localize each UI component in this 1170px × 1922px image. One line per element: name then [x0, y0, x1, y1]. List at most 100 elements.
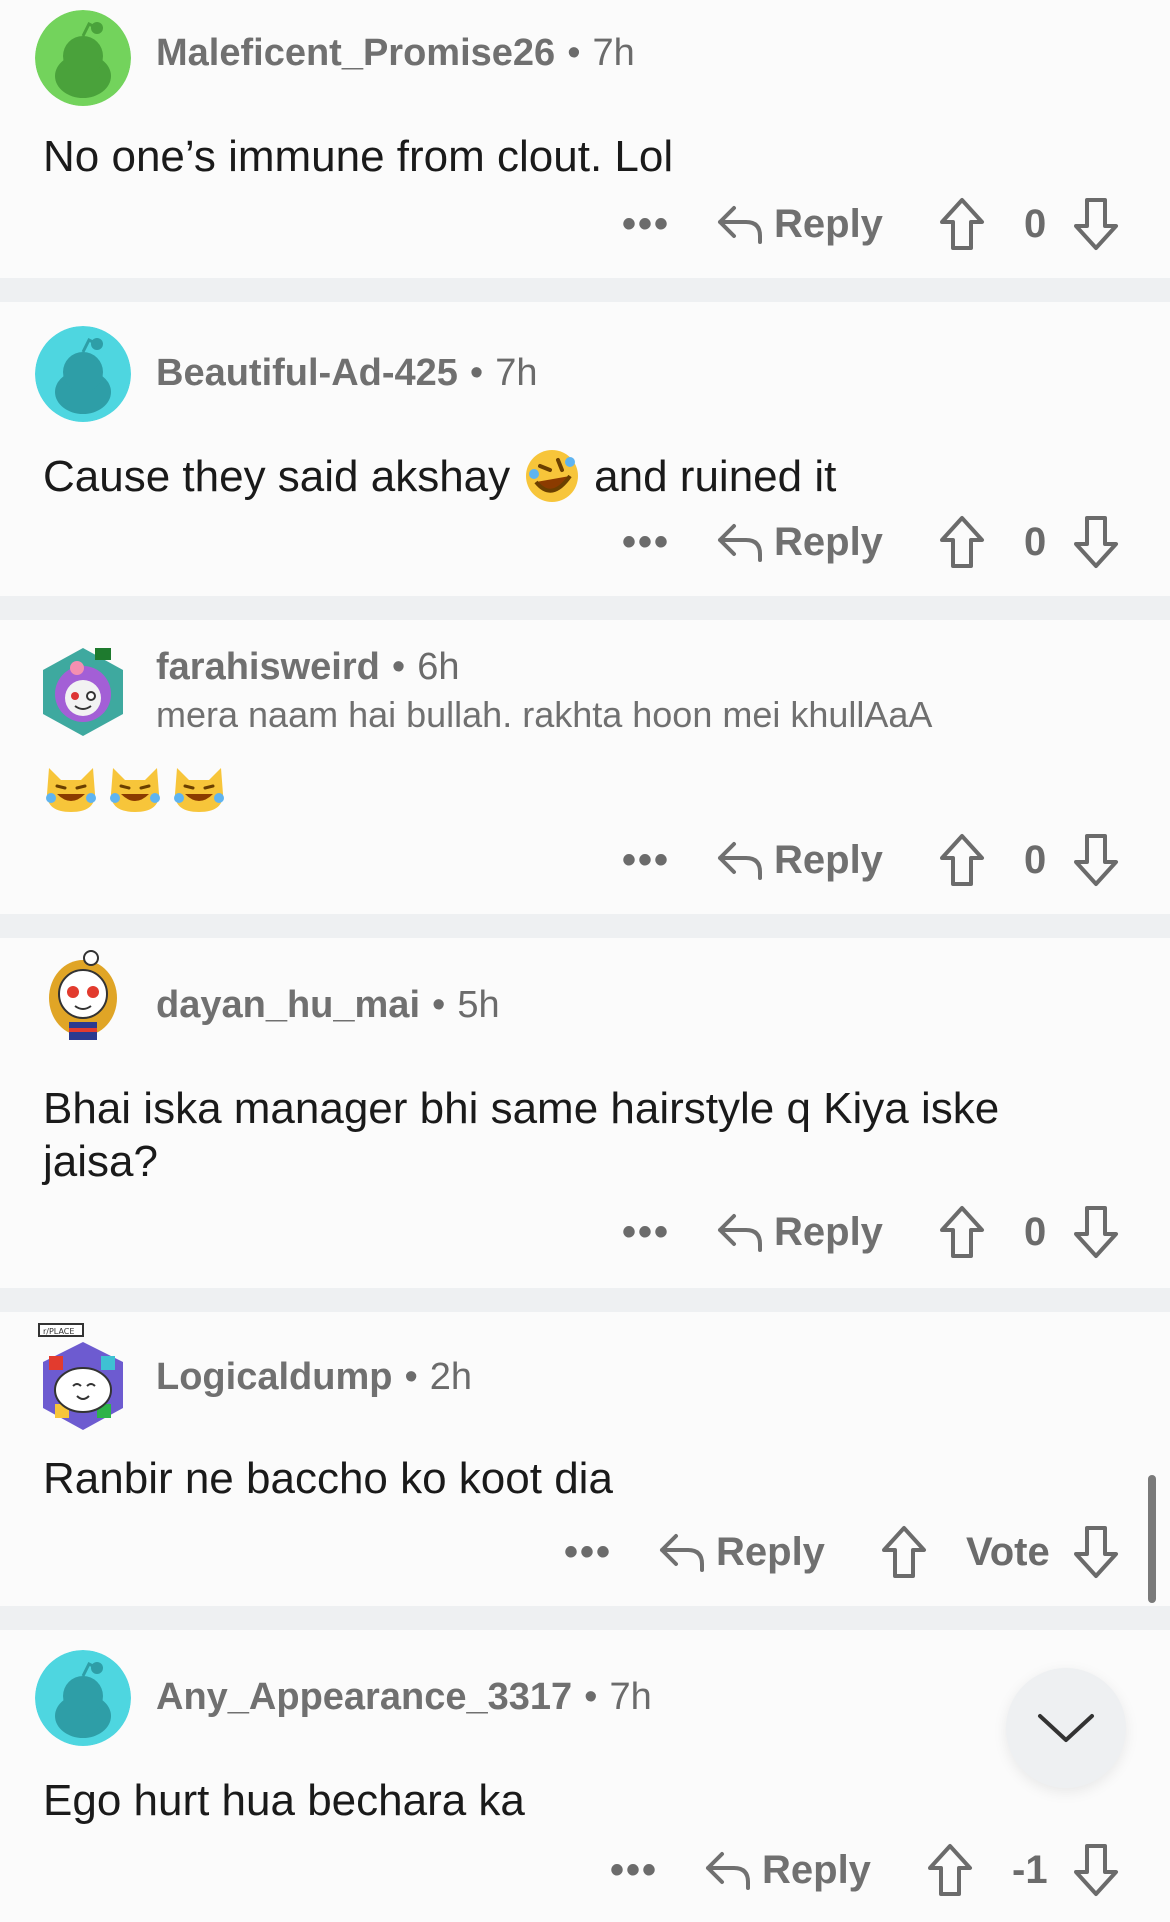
- avatar[interactable]: [35, 644, 131, 740]
- comment-meta: Logicaldump • 2h: [156, 1356, 473, 1398]
- comment-text: Cause they said akshay and ruined it: [43, 448, 1103, 504]
- timestamp: 6h: [417, 646, 460, 688]
- vote-score: -1: [1012, 1848, 1048, 1892]
- upvote-button[interactable]: [938, 832, 986, 888]
- upvote-arrow-icon: [940, 1206, 984, 1258]
- reply-label: Reply: [774, 1209, 883, 1254]
- username[interactable]: Beautiful-Ad-425: [156, 352, 458, 394]
- reply-button[interactable]: Reply: [704, 1840, 871, 1900]
- comment-meta: Maleficent_Promise26 • 7h: [156, 32, 635, 74]
- reply-label: Reply: [774, 837, 883, 882]
- more-options-icon[interactable]: •••: [564, 1522, 612, 1582]
- snoo-avatar-icon: [35, 10, 131, 106]
- upvote-button[interactable]: [880, 1524, 928, 1580]
- reply-button[interactable]: Reply: [716, 1202, 883, 1262]
- comment-emoji-row: [43, 760, 227, 816]
- downvote-arrow-icon: [1074, 516, 1118, 568]
- reply-button[interactable]: Reply: [716, 830, 883, 890]
- avatar[interactable]: [35, 1650, 131, 1746]
- vote-score: 0: [1024, 520, 1047, 564]
- downvote-button[interactable]: [1072, 1204, 1120, 1260]
- comment-5: r/PLACE Logicaldump • 2h Ranbir ne baccho …: [0, 1312, 1170, 1606]
- cat-tears-of-joy-emoji-icon: [174, 768, 224, 812]
- downvote-button[interactable]: [1072, 196, 1120, 252]
- timestamp: 2h: [429, 1356, 473, 1398]
- comment-text: No one’s immune from clout. Lol: [43, 132, 674, 181]
- reply-button[interactable]: Reply: [716, 512, 883, 572]
- timestamp: 5h: [457, 984, 500, 1026]
- reply-button[interactable]: Reply: [658, 1522, 825, 1582]
- custom-avatar-icon: r/PLACE: [38, 1323, 123, 1430]
- upvote-arrow-icon: [940, 198, 984, 250]
- snoo-avatar-icon: [35, 326, 131, 422]
- upvote-button[interactable]: [938, 514, 986, 570]
- reply-label: Reply: [762, 1847, 871, 1892]
- avatar[interactable]: [35, 948, 131, 1044]
- vote-label: Vote: [966, 1530, 1050, 1574]
- timestamp: 7h: [592, 32, 635, 74]
- comment-6: Any_Appearance_3317 • 7h Ego hurt hua bech…: [0, 1630, 1170, 1922]
- upvote-button[interactable]: [926, 1842, 974, 1898]
- user-flair: mera naam hai bullah. rakhta hoon mei kh…: [156, 694, 933, 735]
- username[interactable]: Maleficent_Promise26: [156, 32, 555, 74]
- upvote-button[interactable]: [938, 1204, 986, 1260]
- upvote-arrow-icon: [882, 1526, 926, 1578]
- comment-text-part: and ruined it: [594, 451, 837, 501]
- reply-arrow-icon: [718, 206, 762, 244]
- reply-arrow-icon: [718, 1214, 762, 1252]
- scroll-down-button[interactable]: [1006, 1668, 1126, 1788]
- cat-tears-of-joy-emoji-icon: [110, 768, 160, 812]
- timestamp: 7h: [495, 352, 538, 394]
- username[interactable]: farahisweird: [156, 646, 380, 688]
- custom-avatar-icon: [43, 648, 123, 736]
- comment-text: Ranbir ne baccho ko koot dia: [43, 1454, 613, 1503]
- comment-divider: [0, 1606, 1170, 1630]
- comment-divider: [0, 596, 1170, 620]
- rofl-emoji-icon: [526, 450, 579, 502]
- avatar[interactable]: r/PLACE: [35, 1320, 131, 1438]
- comment-meta: dayan_hu_mai • 5h: [156, 984, 500, 1026]
- downvote-button[interactable]: [1072, 832, 1120, 888]
- snoo-avatar-icon: [35, 1650, 131, 1746]
- avatar[interactable]: [35, 10, 131, 106]
- more-options-icon[interactable]: •••: [622, 830, 670, 890]
- downvote-arrow-icon: [1074, 834, 1118, 886]
- upvote-arrow-icon: [940, 516, 984, 568]
- more-options-icon[interactable]: •••: [622, 194, 670, 254]
- upvote-arrow-icon: [928, 1844, 972, 1896]
- cat-tears-of-joy-emoji-icon: [46, 768, 96, 812]
- reply-arrow-icon: [718, 524, 762, 562]
- comment-meta: Beautiful-Ad-425 • 7h: [156, 352, 538, 394]
- more-options-icon[interactable]: •••: [622, 512, 670, 572]
- username[interactable]: dayan_hu_mai: [156, 984, 420, 1026]
- comment-meta: Any_Appearance_3317 • 7h: [156, 1676, 652, 1718]
- username[interactable]: Any_Appearance_3317: [156, 1676, 572, 1718]
- timestamp: 7h: [609, 1676, 652, 1718]
- reply-arrow-icon: [706, 1852, 750, 1890]
- avatar[interactable]: [35, 326, 131, 422]
- reply-arrow-icon: [660, 1534, 704, 1572]
- downvote-button[interactable]: [1072, 514, 1120, 570]
- comment-text-part: Cause they said akshay: [43, 451, 511, 501]
- reply-label: Reply: [774, 201, 883, 246]
- reply-button[interactable]: Reply: [716, 194, 883, 254]
- comment-4: dayan_hu_mai • 5h Bhai iska manager bhi sa…: [0, 938, 1170, 1288]
- place-badge-text: r/PLACE: [43, 1327, 74, 1336]
- comment-2: Beautiful-Ad-425 • 7h Cause they said aksh…: [0, 302, 1170, 596]
- comment-1: Maleficent_Promise26 • 7h No one’s immune …: [0, 0, 1170, 278]
- scrollbar[interactable]: [1148, 1475, 1156, 1603]
- upvote-button[interactable]: [938, 196, 986, 252]
- downvote-arrow-icon: [1074, 1526, 1118, 1578]
- comment-text: Ego hurt hua bechara ka: [43, 1776, 525, 1825]
- more-options-icon[interactable]: •••: [622, 1202, 670, 1262]
- downvote-button[interactable]: [1072, 1524, 1120, 1580]
- comment-divider: [0, 278, 1170, 302]
- reply-label: Reply: [716, 1529, 825, 1574]
- username[interactable]: Logicaldump: [156, 1356, 392, 1398]
- downvote-button[interactable]: [1072, 1842, 1120, 1898]
- comment-divider: [0, 914, 1170, 938]
- downvote-arrow-icon: [1074, 198, 1118, 250]
- comment-text: Bhai iska manager bhi same hairstyle q K…: [43, 1084, 1000, 1186]
- reply-arrow-icon: [718, 842, 762, 880]
- more-options-icon[interactable]: •••: [610, 1840, 658, 1900]
